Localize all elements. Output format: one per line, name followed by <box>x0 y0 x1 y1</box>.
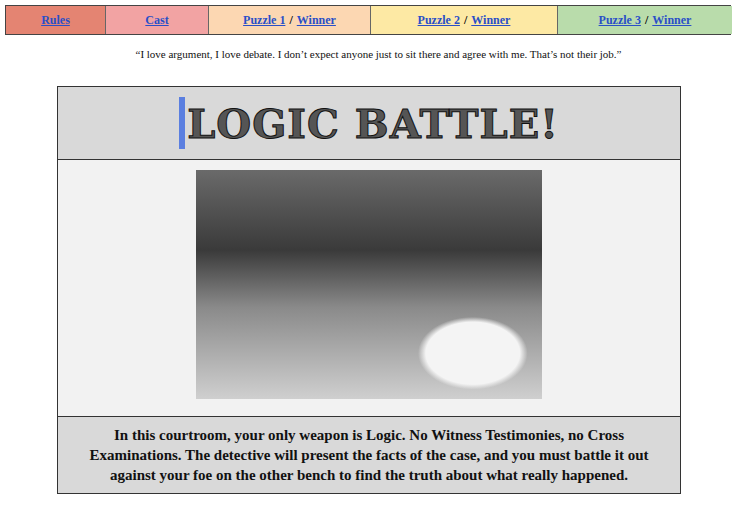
nav-link[interactable]: Cast <box>145 13 168 28</box>
nav-cell: Rules <box>6 6 106 34</box>
nav-link[interactable]: Rules <box>41 13 70 28</box>
nav-link[interactable]: Winner <box>652 13 691 28</box>
quote: “I love argument, I love debate. I don’t… <box>5 48 752 60</box>
nav-link[interactable]: Winner <box>471 13 510 28</box>
nav-link[interactable]: Puzzle 1 <box>243 13 285 28</box>
nav-cell: Puzzle 1 / Winner <box>209 6 371 34</box>
nav-link[interactable]: Puzzle 3 <box>599 13 641 28</box>
nav-bar: Rules Cast Puzzle 1 / Winner Puzzle 2 / Wi… <box>5 5 731 35</box>
separator: / <box>464 13 467 28</box>
cursor-bar <box>179 97 185 149</box>
nav-link[interactable]: Winner <box>297 13 336 28</box>
description: In this courtroom, your only weapon is L… <box>58 417 680 493</box>
nav-cell: Puzzle 2 / Winner <box>371 6 558 34</box>
page: Rules Cast Puzzle 1 / Winner Puzzle 2 / Wi… <box>0 0 752 521</box>
separator: / <box>289 13 292 28</box>
nav-link[interactable]: Puzzle 2 <box>418 13 460 28</box>
separator: / <box>645 13 648 28</box>
chess-photo <box>196 170 542 399</box>
nav-cell: Cast <box>106 6 209 34</box>
title-header: LOGIC BATTLE! <box>58 87 680 160</box>
title: LOGIC BATTLE! <box>187 100 559 147</box>
main-card: LOGIC BATTLE! In this courtroom, your on… <box>57 86 681 494</box>
photo-area <box>58 160 680 417</box>
description-text: In this courtroom, your only weapon is L… <box>72 425 666 485</box>
nav-cell: Puzzle 3 / Winner <box>558 6 732 34</box>
